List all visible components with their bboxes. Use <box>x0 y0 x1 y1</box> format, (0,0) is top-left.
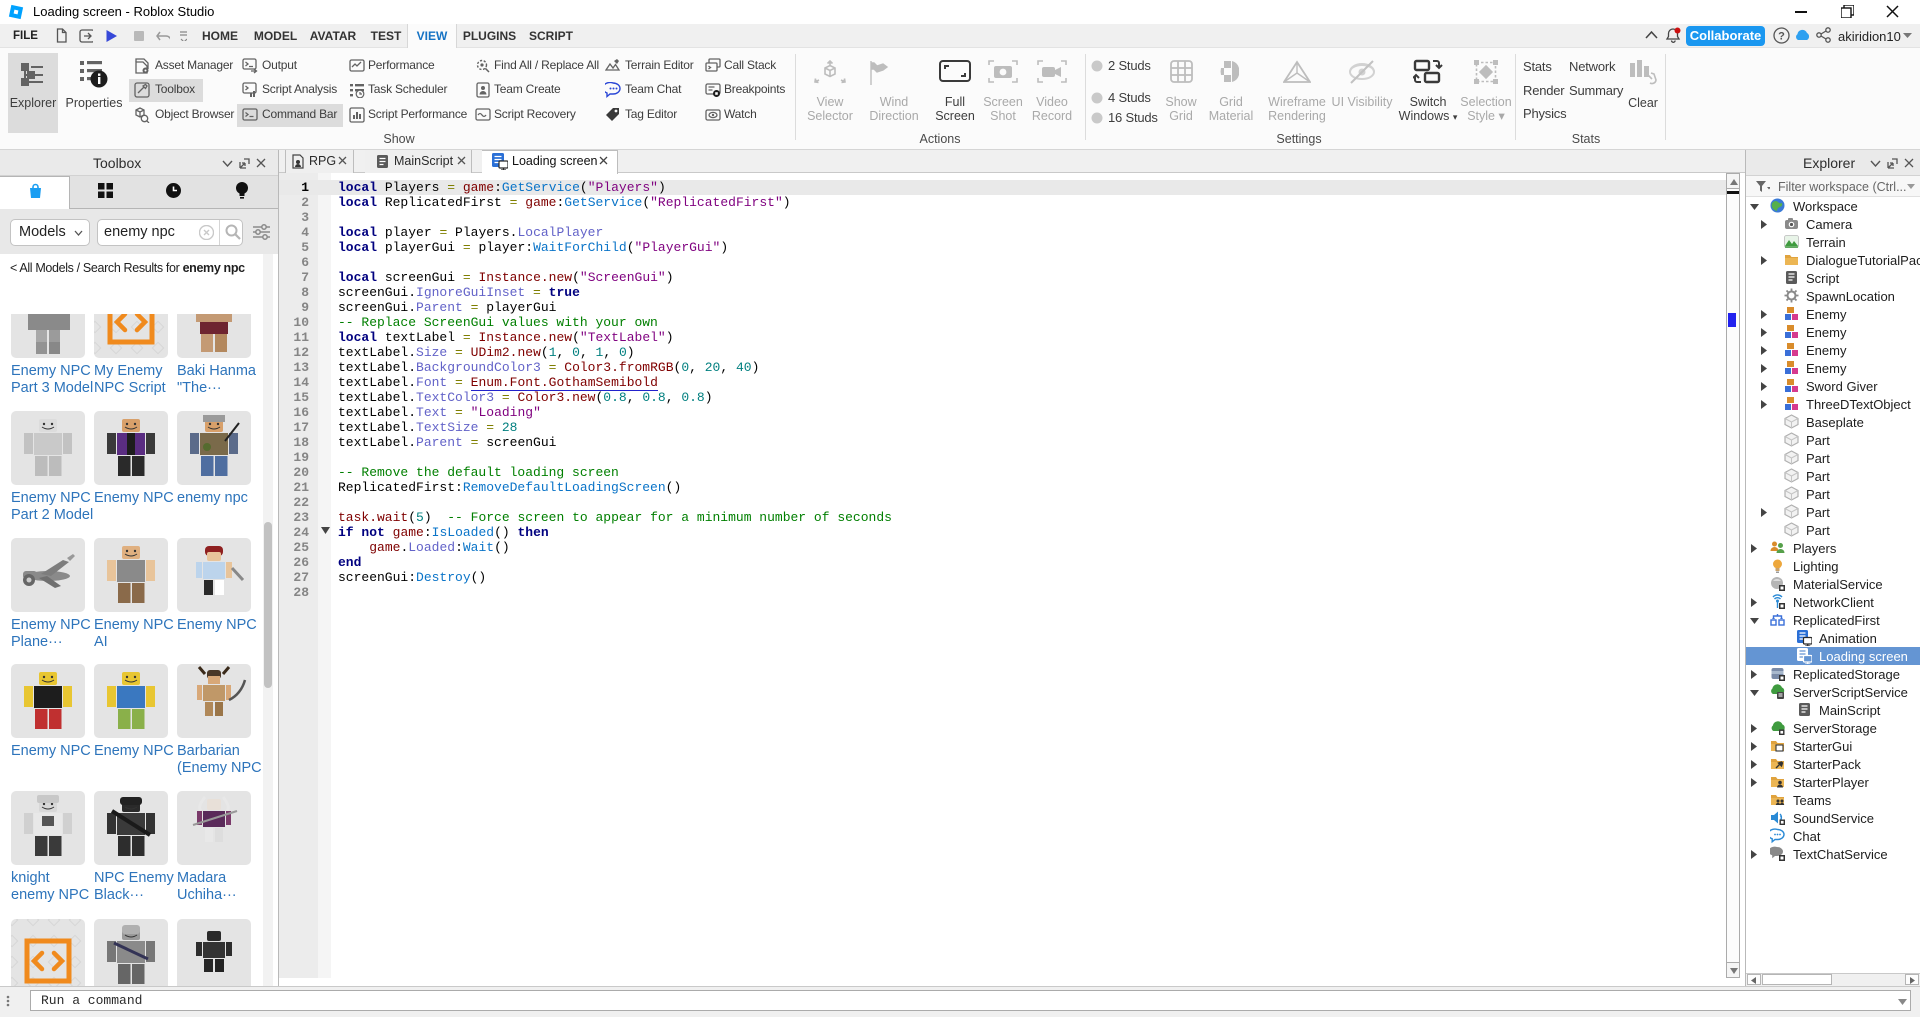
svg-text:?: ? <box>1778 31 1785 43</box>
